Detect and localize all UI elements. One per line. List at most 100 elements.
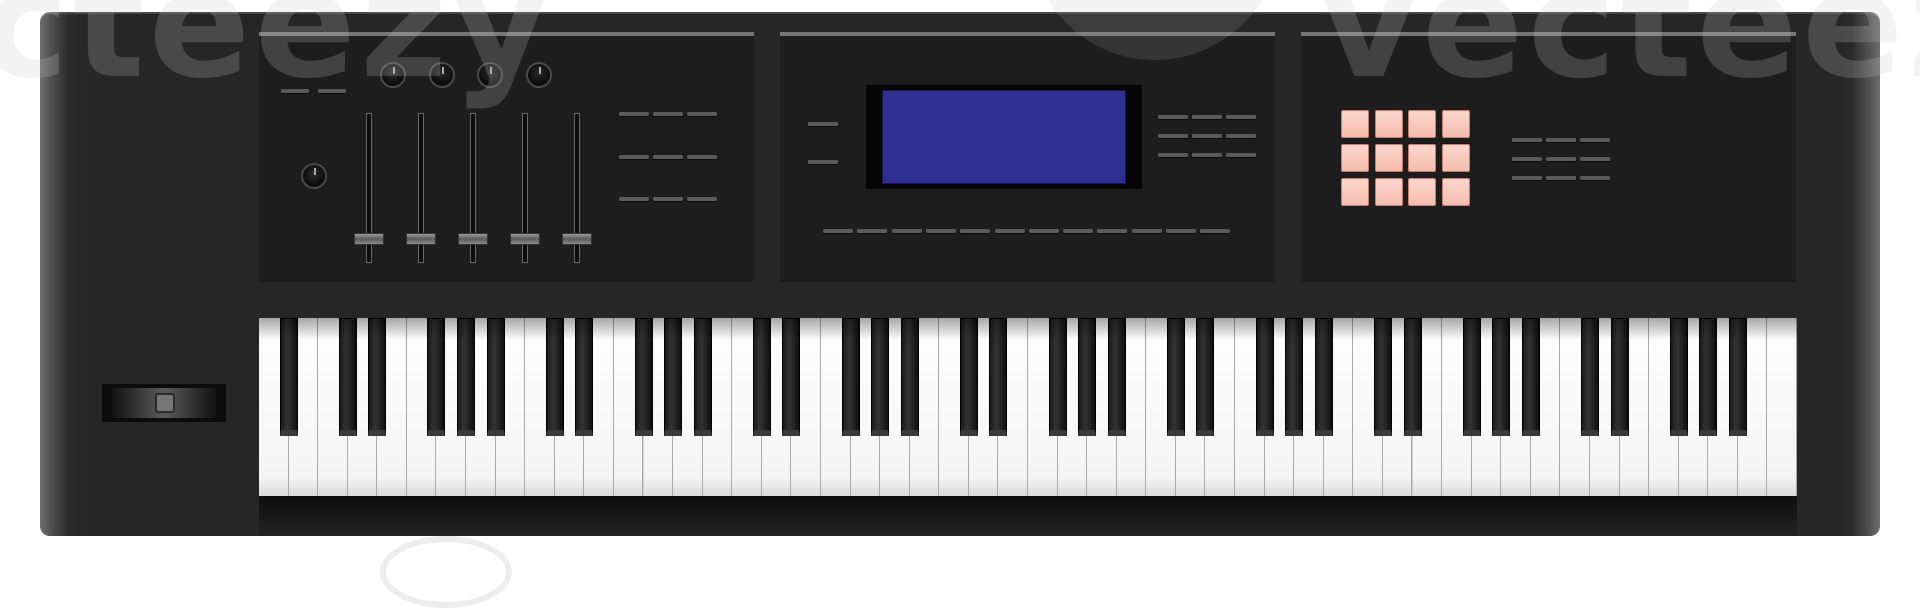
black-key[interactable] bbox=[1373, 318, 1392, 436]
pad-button[interactable] bbox=[1512, 176, 1542, 180]
wheel-button[interactable] bbox=[155, 393, 175, 413]
black-key[interactable] bbox=[1285, 318, 1304, 436]
black-key[interactable] bbox=[1728, 318, 1747, 436]
drum-pad[interactable] bbox=[1441, 178, 1470, 206]
black-key[interactable] bbox=[1521, 318, 1540, 436]
drum-pad[interactable] bbox=[1341, 144, 1369, 172]
display-button[interactable] bbox=[1158, 153, 1188, 157]
soft-button[interactable] bbox=[994, 229, 1025, 233]
drum-pad[interactable] bbox=[1374, 178, 1403, 206]
mixer-button[interactable] bbox=[619, 155, 649, 159]
black-key[interactable] bbox=[545, 318, 564, 436]
mixer-button[interactable] bbox=[653, 112, 683, 116]
fader-handle[interactable] bbox=[562, 233, 592, 245]
display-button[interactable] bbox=[1226, 153, 1256, 157]
display-button[interactable] bbox=[1158, 134, 1188, 138]
pad-button[interactable] bbox=[1546, 138, 1576, 142]
black-key[interactable] bbox=[1314, 318, 1333, 436]
drum-pad[interactable] bbox=[1374, 110, 1403, 138]
display-side-button[interactable] bbox=[808, 160, 838, 164]
black-key[interactable] bbox=[664, 318, 683, 436]
fader-handle[interactable] bbox=[354, 233, 384, 245]
black-key[interactable] bbox=[634, 318, 653, 436]
black-key[interactable] bbox=[841, 318, 860, 436]
mixer-button[interactable] bbox=[687, 155, 717, 159]
drum-pad[interactable] bbox=[1441, 144, 1470, 172]
black-key[interactable] bbox=[1492, 318, 1511, 436]
black-key[interactable] bbox=[693, 318, 712, 436]
black-key[interactable] bbox=[1166, 318, 1185, 436]
pad-button[interactable] bbox=[1580, 176, 1610, 180]
drum-pad[interactable] bbox=[1408, 144, 1436, 172]
pad-button[interactable] bbox=[1512, 157, 1542, 161]
black-key[interactable] bbox=[1462, 318, 1481, 436]
black-key[interactable] bbox=[1610, 318, 1629, 436]
black-key[interactable] bbox=[1078, 318, 1097, 436]
drum-pad[interactable] bbox=[1408, 178, 1436, 206]
black-key[interactable] bbox=[1107, 318, 1126, 436]
black-key[interactable] bbox=[1196, 318, 1215, 436]
mixer-button[interactable] bbox=[619, 112, 649, 116]
drum-pad[interactable] bbox=[1374, 144, 1403, 172]
pad-button[interactable] bbox=[1546, 176, 1576, 180]
pad-button[interactable] bbox=[1580, 138, 1610, 142]
top-knob[interactable] bbox=[380, 62, 406, 88]
black-key[interactable] bbox=[989, 318, 1008, 436]
black-key[interactable] bbox=[959, 318, 978, 436]
display-side-button[interactable] bbox=[808, 122, 838, 126]
black-key[interactable] bbox=[575, 318, 594, 436]
mixer-button[interactable] bbox=[619, 197, 649, 201]
black-key[interactable] bbox=[1255, 318, 1274, 436]
black-key[interactable] bbox=[486, 318, 505, 436]
mixer-button[interactable] bbox=[653, 197, 683, 201]
mixer-small-button[interactable] bbox=[318, 89, 346, 93]
drum-pad[interactable] bbox=[1341, 110, 1369, 138]
black-key[interactable] bbox=[338, 318, 357, 436]
black-key[interactable] bbox=[1403, 318, 1422, 436]
soft-button[interactable] bbox=[1028, 229, 1059, 233]
top-knob[interactable] bbox=[526, 62, 552, 88]
soft-button[interactable] bbox=[960, 229, 991, 233]
white-key[interactable] bbox=[1767, 318, 1797, 496]
soft-button[interactable] bbox=[1166, 229, 1196, 233]
black-key[interactable] bbox=[900, 318, 919, 436]
pad-button[interactable] bbox=[1580, 157, 1610, 161]
top-knob[interactable] bbox=[429, 62, 455, 88]
display-button[interactable] bbox=[1192, 115, 1222, 119]
mixer-small-button[interactable] bbox=[281, 89, 309, 93]
black-key[interactable] bbox=[427, 318, 446, 436]
display-button[interactable] bbox=[1226, 115, 1256, 119]
black-key[interactable] bbox=[457, 318, 476, 436]
mixer-button[interactable] bbox=[653, 155, 683, 159]
soft-button[interactable] bbox=[857, 229, 888, 233]
black-key[interactable] bbox=[279, 318, 298, 436]
soft-button[interactable] bbox=[823, 229, 853, 233]
black-key[interactable] bbox=[1580, 318, 1599, 436]
mixer-button[interactable] bbox=[687, 112, 717, 116]
drum-pad[interactable] bbox=[1408, 110, 1436, 138]
master-knob[interactable] bbox=[301, 163, 327, 189]
soft-button[interactable] bbox=[1131, 229, 1162, 233]
drum-pad[interactable] bbox=[1441, 110, 1470, 138]
display-button[interactable] bbox=[1226, 134, 1256, 138]
fader-handle[interactable] bbox=[406, 233, 436, 245]
display-button[interactable] bbox=[1192, 134, 1222, 138]
fader-handle[interactable] bbox=[458, 233, 488, 245]
black-key[interactable] bbox=[1048, 318, 1067, 436]
drum-pad[interactable] bbox=[1341, 178, 1369, 206]
pad-button[interactable] bbox=[1512, 138, 1542, 142]
soft-button[interactable] bbox=[1200, 229, 1231, 233]
display-button[interactable] bbox=[1158, 115, 1188, 119]
black-key[interactable] bbox=[782, 318, 801, 436]
top-knob[interactable] bbox=[477, 62, 503, 88]
pad-button[interactable] bbox=[1546, 157, 1576, 161]
black-key[interactable] bbox=[1699, 318, 1718, 436]
soft-button[interactable] bbox=[1063, 229, 1094, 233]
fader-handle[interactable] bbox=[510, 233, 540, 245]
mixer-button[interactable] bbox=[687, 197, 717, 201]
display-button[interactable] bbox=[1192, 153, 1222, 157]
soft-button[interactable] bbox=[925, 229, 956, 233]
black-key[interactable] bbox=[871, 318, 890, 436]
black-key[interactable] bbox=[1669, 318, 1688, 436]
black-key[interactable] bbox=[368, 318, 387, 436]
